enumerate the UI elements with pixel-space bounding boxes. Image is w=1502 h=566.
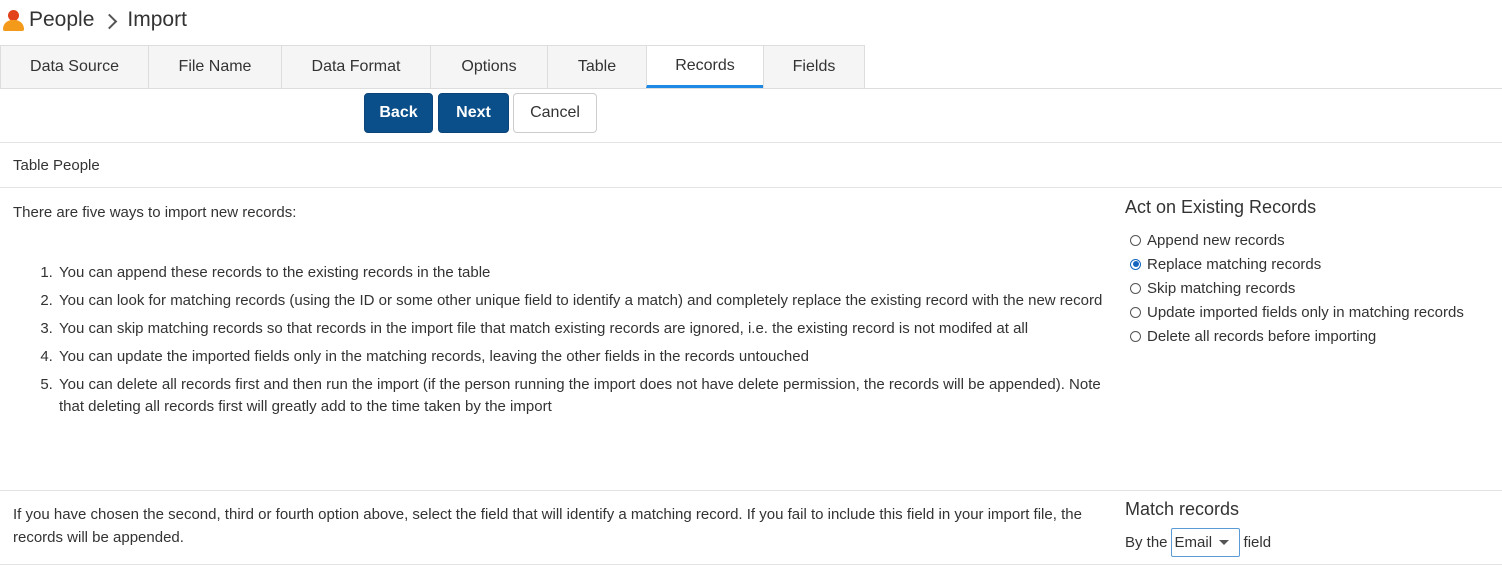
import-ways-list: You can append these records to the exis… <box>37 262 1125 424</box>
radio-delete-all[interactable]: Delete all records before importing <box>1130 324 1464 348</box>
radio-label: Update imported fields only in matching … <box>1147 303 1464 321</box>
radio-button[interactable] <box>1130 330 1141 342</box>
breadcrumb: People Import <box>0 0 187 40</box>
radio-append-new[interactable]: Append new records <box>1130 228 1464 252</box>
list-item: You can skip matching records so that re… <box>57 318 1125 340</box>
breadcrumb-root[interactable]: People <box>29 8 94 32</box>
divider <box>0 490 1502 491</box>
radio-label: Delete all records before importing <box>1147 327 1377 345</box>
chevron-right-icon <box>102 13 118 29</box>
tab-data-format[interactable]: Data Format <box>281 45 431 88</box>
person-icon <box>1 6 27 34</box>
tab-divider <box>0 88 1502 89</box>
cancel-button[interactable]: Cancel <box>513 93 597 133</box>
match-field-select[interactable]: Email <box>1170 528 1240 557</box>
radio-label: Skip matching records <box>1147 279 1296 297</box>
tab-file-name[interactable]: File Name <box>148 45 282 88</box>
radio-label: Append new records <box>1147 231 1285 249</box>
act-on-existing-title: Act on Existing Records <box>1125 197 1317 217</box>
radio-button[interactable] <box>1130 306 1141 318</box>
match-records-title: Match records <box>1125 499 1240 519</box>
page-title: Import <box>127 8 187 31</box>
match-field-value: Email <box>1174 534 1213 551</box>
radio-skip-matching[interactable]: Skip matching records <box>1130 276 1464 300</box>
radio-button[interactable] <box>1130 282 1141 294</box>
tab-table[interactable]: Table <box>547 45 647 88</box>
caret-down-icon <box>1219 540 1230 545</box>
radio-label: Replace matching records <box>1147 255 1322 273</box>
match-instructions: If you have chosen the second, third or … <box>13 506 1082 546</box>
tab-data-source[interactable]: Data Source <box>0 45 149 88</box>
radio-button[interactable] <box>1130 234 1141 246</box>
back-button[interactable]: Back <box>364 93 433 133</box>
list-item: You can update the imported fields only … <box>57 346 1125 368</box>
next-button[interactable]: Next <box>438 93 509 133</box>
intro-text: There are five ways to import new record… <box>13 204 297 221</box>
act-on-existing-options: Append new records Replace matching reco… <box>1130 228 1464 348</box>
tab-options[interactable]: Options <box>430 45 548 88</box>
radio-update-imported[interactable]: Update imported fields only in matching … <box>1130 300 1464 324</box>
list-item: You can look for matching records (using… <box>57 290 1125 312</box>
table-title: Table People <box>13 157 100 174</box>
list-item: You can delete all records first and the… <box>57 374 1125 418</box>
match-suffix: field <box>1243 534 1272 551</box>
tab-fields[interactable]: Fields <box>763 45 865 88</box>
radio-replace-matching[interactable]: Replace matching records <box>1130 252 1464 276</box>
divider <box>0 187 1502 188</box>
tab-records[interactable]: Records <box>646 45 764 88</box>
match-field-row: By the Email field <box>1125 528 1271 557</box>
wizard-tabs: Data Source File Name Data Format Option… <box>0 45 865 88</box>
radio-button[interactable] <box>1130 258 1141 270</box>
divider <box>0 142 1502 143</box>
match-prefix: By the <box>1125 534 1168 551</box>
divider <box>0 564 1502 565</box>
list-item: You can append these records to the exis… <box>57 262 1125 284</box>
